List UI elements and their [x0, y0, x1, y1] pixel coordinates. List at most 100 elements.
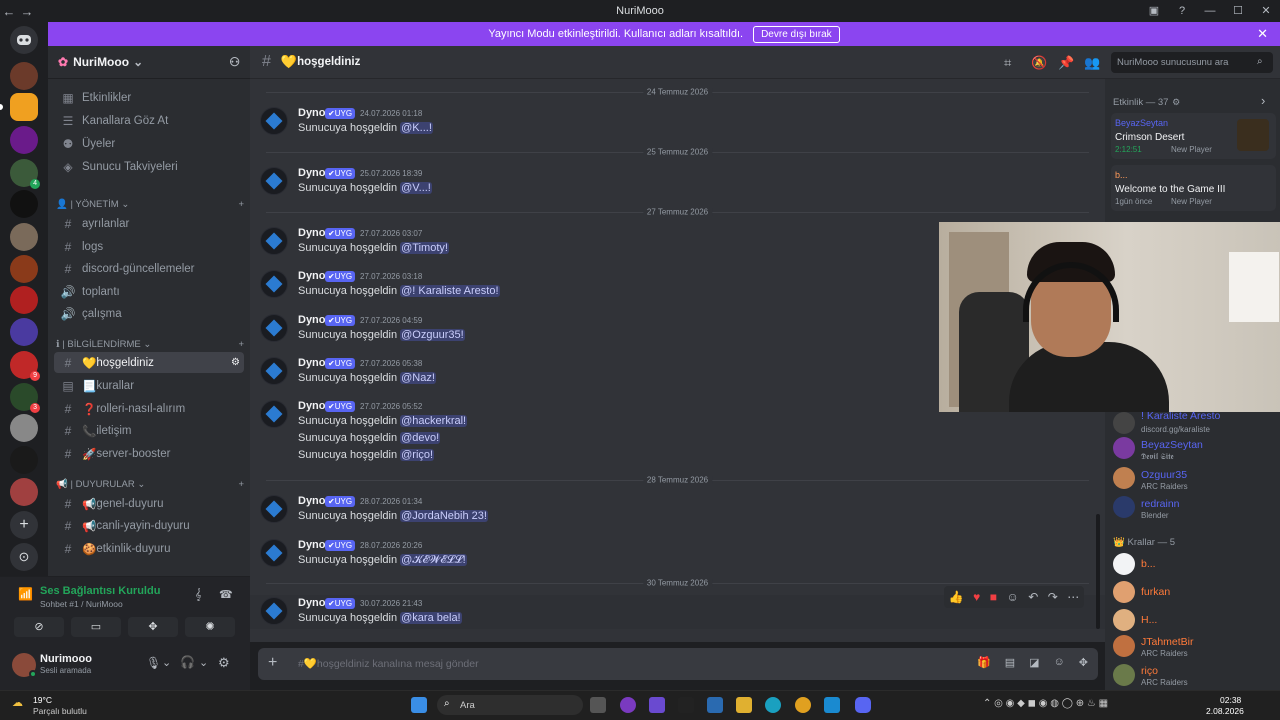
add-channel-icon[interactable]: +: [238, 479, 244, 490]
username[interactable]: Nurimooo: [40, 653, 92, 665]
server-icon[interactable]: [10, 478, 38, 506]
close-banner-icon[interactable]: ✕: [1257, 26, 1268, 42]
voice-channel[interactable]: Sohbet #1 / NuriMooo: [40, 599, 123, 609]
user-mention[interactable]: @Timoty!: [400, 242, 449, 254]
forward-arrow-icon[interactable]: →: [18, 4, 36, 19]
add-server-icon[interactable]: +: [10, 511, 38, 539]
sticker-icon[interactable]: ◪: [1029, 656, 1039, 669]
gift-icon[interactable]: 🎁: [977, 656, 991, 669]
windows-start-icon[interactable]: [411, 697, 427, 713]
user-mention[interactable]: @V...!: [400, 182, 432, 194]
scrollbar[interactable]: [1096, 514, 1100, 629]
avatar[interactable]: [260, 167, 288, 195]
user-mention[interactable]: @riço!: [400, 449, 435, 461]
channel-etkinlik-duyuru[interactable]: # 🍪 etkinlik-duyuru: [54, 538, 244, 559]
member-item[interactable]: b...: [1113, 553, 1277, 577]
channel-iletisim[interactable]: # 📞 iletişim: [54, 420, 244, 441]
minimize-button[interactable]: —: [1196, 0, 1224, 22]
bot-name[interactable]: Dyno: [298, 539, 326, 551]
reply-icon[interactable]: ↶: [1028, 590, 1038, 604]
server-icon-active[interactable]: [10, 93, 38, 121]
headphones-icon[interactable]: 🎧: [180, 655, 195, 669]
user-mention[interactable]: @K...!: [400, 122, 433, 134]
channel-server-booster[interactable]: # 🚀 server-booster: [54, 443, 244, 464]
server-icon[interactable]: [10, 414, 38, 442]
category-info[interactable]: ℹ | BİLGİLENDİRME ⌄ +: [56, 339, 244, 350]
square-reaction-icon[interactable]: ■: [990, 590, 997, 604]
channel-canli-yayin-duyuru[interactable]: # 📢 canli-yayin-duyuru: [54, 515, 244, 536]
chevron-right-icon[interactable]: ›: [1261, 93, 1265, 108]
bot-name[interactable]: Dyno: [298, 495, 326, 507]
channel-calisma[interactable]: 🔊 çalışma: [54, 303, 244, 324]
member-item[interactable]: H...: [1113, 609, 1277, 633]
server-icon[interactable]: 4: [10, 159, 40, 189]
sidebar-item-browse-channels[interactable]: ☰ Kanallara Göz At: [54, 110, 244, 131]
disable-streamer-button[interactable]: Devre dışı bırak: [753, 25, 840, 43]
avatar[interactable]: [260, 314, 288, 342]
more-icon[interactable]: ⋯: [1067, 590, 1079, 604]
emoji-icon[interactable]: ☺: [1054, 656, 1065, 669]
app-icon[interactable]: [649, 697, 665, 713]
app-icon[interactable]: [824, 697, 840, 713]
server-icon[interactable]: [10, 62, 38, 90]
bot-name[interactable]: Dyno: [298, 597, 326, 609]
weather-temp[interactable]: 19°C: [33, 695, 52, 705]
channel-logs[interactable]: # logs: [54, 236, 244, 257]
channel-hosgeldiniz[interactable]: # 💛 hoşgeldiniz ⚙: [54, 352, 244, 373]
channel-genel-duyuru[interactable]: # 📢 genel-duyuru: [54, 493, 244, 514]
app-icon[interactable]: [707, 697, 723, 713]
avatar[interactable]: [260, 107, 288, 135]
activity-card[interactable]: BeyazSeytan Crimson Desert 2:12:51 New P…: [1111, 113, 1276, 159]
notification-mute-icon[interactable]: 🔕: [1031, 55, 1047, 71]
channel-kurallar[interactable]: ▤ 📃 kurallar: [54, 375, 244, 396]
sidebar-item-members[interactable]: ⚉ Üyeler: [54, 133, 244, 154]
user-settings-icon[interactable]: ⚙: [218, 655, 230, 671]
avatar[interactable]: [260, 539, 288, 567]
search-input[interactable]: NuriMooo sunucusunu ara: [1111, 52, 1273, 73]
bot-name[interactable]: Dyno: [298, 227, 326, 239]
disconnect-icon[interactable]: ☎: [219, 588, 233, 601]
bot-name[interactable]: Dyno: [298, 357, 326, 369]
screen-share-button[interactable]: ▭: [71, 617, 121, 637]
taskbar-search[interactable]: ⌕ Ara: [437, 695, 583, 715]
avatar[interactable]: [260, 270, 288, 298]
member-item[interactable]: redrainn Blender: [1113, 496, 1277, 524]
avatar[interactable]: [260, 357, 288, 385]
user-mention[interactable]: @hackerkral!: [400, 415, 468, 427]
channel-toplanti[interactable]: 🔊 toplantı: [54, 281, 244, 302]
server-icon[interactable]: [10, 318, 38, 346]
edge-icon[interactable]: [765, 697, 781, 713]
member-item[interactable]: Ozguur35 ARC Raiders: [1113, 467, 1277, 495]
inbox-icon[interactable]: ▣: [1140, 0, 1168, 22]
server-icon[interactable]: [10, 223, 38, 251]
avatar[interactable]: [260, 400, 288, 428]
add-channel-icon[interactable]: +: [238, 199, 244, 210]
app-icon[interactable]: [678, 697, 694, 713]
server-header[interactable]: ✿ NuriMooo ⌄ ⚇: [48, 46, 250, 79]
sidebar-item-events[interactable]: ▦ Etkinlikler: [54, 87, 244, 108]
activity-header[interactable]: Etkinlik — 37 ⚙ ›: [1113, 93, 1277, 108]
message-input[interactable]: #💛hoşgeldiniz kanalına mesaj gönder: [298, 657, 479, 670]
chevron-down-icon[interactable]: ⌄: [162, 656, 171, 669]
member-item[interactable]: riço ARC Raiders: [1113, 664, 1277, 690]
server-icon[interactable]: [10, 255, 38, 283]
gif-icon[interactable]: ▤: [1005, 656, 1015, 669]
help-icon[interactable]: ?: [1168, 0, 1196, 22]
forward-icon[interactable]: ↷: [1048, 590, 1058, 604]
add-channel-icon[interactable]: +: [238, 339, 244, 350]
user-mention[interactable]: @Naz!: [400, 372, 436, 384]
chrome-icon[interactable]: [795, 697, 811, 713]
sidebar-item-boosts[interactable]: ◈ Sunucu Takviyeleri: [54, 156, 244, 177]
category-announcements[interactable]: 📢 | DUYURULAR ⌄ +: [56, 479, 244, 490]
add-reaction-icon[interactable]: ☺: [1006, 590, 1018, 604]
camera-off-button[interactable]: ⊘: [14, 617, 64, 637]
avatar[interactable]: [260, 227, 288, 255]
discover-icon[interactable]: ⊙: [10, 543, 38, 571]
server-icon[interactable]: [10, 446, 38, 474]
category-management[interactable]: 👤 | YÖNETİM ⌄ +: [56, 199, 244, 210]
threads-icon[interactable]: ⌗: [1004, 55, 1011, 71]
noise-suppression-icon[interactable]: 𝄞: [195, 589, 202, 602]
server-icon[interactable]: [10, 286, 38, 314]
discord-taskbar-icon[interactable]: [855, 697, 871, 713]
microphone-icon[interactable]: 🎙: [146, 656, 161, 670]
